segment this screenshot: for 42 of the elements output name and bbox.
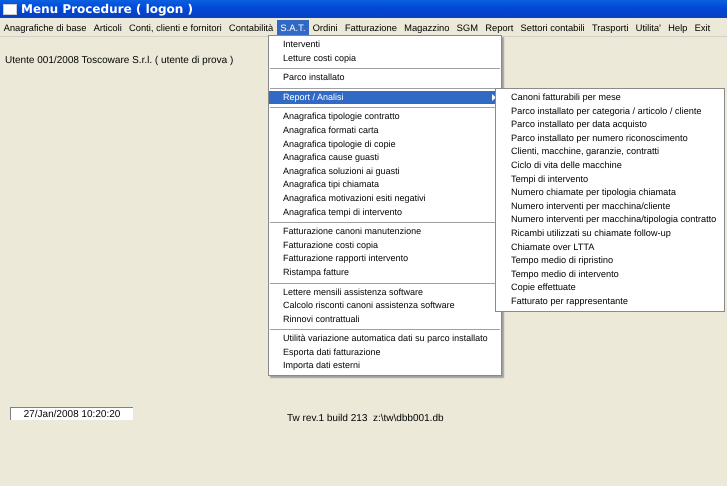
menu-item[interactable]: Exit [690, 20, 714, 34]
window-icon [3, 4, 17, 14]
menu-item[interactable]: Magazzino [400, 20, 454, 34]
menu-entry[interactable]: Ricambi utilizzati su chiamate follow-up [496, 226, 724, 241]
menu-entry[interactable]: Numero chiamate per tipologia chiamata [496, 186, 724, 200]
menu-entry[interactable]: Copie effettuate [496, 281, 724, 295]
menu-entry[interactable]: Clienti, macchine, garanzie, contratti [496, 145, 724, 159]
menu-entry[interactable]: Parco installato per numero riconoscimento [496, 132, 724, 146]
menu-entry[interactable]: Ciclo di vita delle macchine [496, 158, 724, 173]
user-info: Utente 001/2008 Toscoware S.r.l. ( utente di prova ) [5, 55, 234, 66]
menu-item[interactable]: Anagrafiche di base [0, 20, 90, 34]
menu-item[interactable]: Conti, clienti e fornitori [125, 20, 226, 34]
version-text: Tw rev.1 build 213 z:\tw\dbb001.db [287, 413, 444, 424]
menu-entry[interactable]: Parco installato per categoria / articolo / cliente [496, 104, 724, 118]
menu-entry[interactable]: Rinnovi contrattuali [269, 312, 501, 326]
menu-entry[interactable]: Importa dati esterni [269, 359, 501, 374]
menu-entry[interactable]: Interventi [269, 38, 501, 52]
menu-entry[interactable]: Tempo medio di ripristino [496, 254, 724, 268]
menu-item[interactable]: Articoli [90, 20, 126, 34]
menu-entry[interactable]: Chiamate over LTTA [496, 240, 724, 254]
menu-entry[interactable]: Esporta dati fatturazione [269, 346, 501, 360]
menu-entry[interactable]: Numero interventi per macchina/tipologia contratto [496, 213, 724, 227]
menu-item[interactable]: SGM [453, 20, 482, 34]
menu-item[interactable]: Fatturazione [341, 20, 401, 34]
menu-item[interactable]: Contabilità [225, 20, 277, 34]
menu-entry[interactable]: Fatturato per rappresentante [496, 294, 724, 308]
menu-item[interactable]: Utilita' [632, 20, 664, 34]
menu-item[interactable]: S.A.T. [276, 20, 310, 34]
menu-item[interactable]: Report [482, 20, 517, 34]
menu-entry[interactable]: Utilità variazione automatica dati su parco installato [269, 332, 501, 346]
menu-entry[interactable]: Numero interventi per macchina/cliente [496, 200, 724, 214]
menu-item[interactable]: Settori contabili [516, 20, 588, 34]
menu-entry[interactable]: Letture costi copia [269, 52, 501, 66]
window-title: Menu Procedure ( logon ) [21, 2, 193, 16]
menu-entry[interactable]: Parco installato per data acquisto [496, 118, 724, 132]
menu-entry[interactable]: Parco installato [269, 71, 501, 85]
menu-item[interactable]: Help [664, 20, 691, 34]
menu-entry[interactable]: Tempi di intervento [496, 172, 724, 186]
menu-item[interactable]: Ordini [309, 20, 342, 34]
datetime-field: 27/Jan/2008 10:20:20 [10, 407, 133, 420]
menu-entry[interactable]: Tempo medio di intervento [496, 268, 724, 282]
menu-item[interactable]: Trasporti [588, 20, 632, 34]
